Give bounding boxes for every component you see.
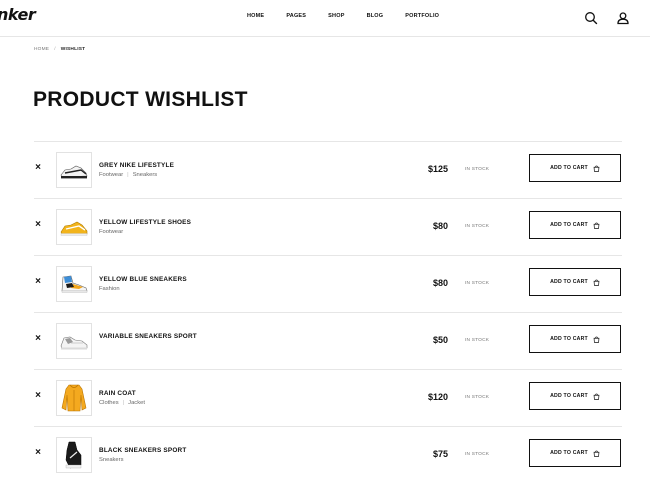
product-image[interactable]: [56, 323, 92, 359]
add-to-cart-label: ADD TO CART: [550, 393, 588, 399]
product-price: $80: [432, 278, 448, 288]
stock-status: IN STOCK: [465, 395, 490, 400]
product-price: $75: [432, 449, 448, 459]
breadcrumb-separator: /: [54, 47, 56, 52]
site-logo[interactable]: nker: [0, 5, 36, 24]
remove-item-button[interactable]: ×: [34, 220, 42, 230]
product-price: $50: [432, 335, 448, 345]
product-category[interactable]: Clothes: [99, 400, 119, 406]
site-header: nker HOME PAGES SHOP BLOG PORTFOLIO: [0, 0, 650, 37]
add-to-cart-button[interactable]: ADD TO CART: [529, 439, 621, 467]
wishlist-row: × BLACK SNEAKERS SPORT Sneakers $75 IN STOCK…: [34, 427, 622, 483]
product-category[interactable]: Sneakers: [133, 172, 158, 178]
remove-item-button[interactable]: ×: [34, 334, 42, 344]
product-categories: Clothes | Jacket: [99, 400, 145, 406]
nav-home[interactable]: HOME: [247, 13, 264, 19]
stock-status: IN STOCK: [465, 224, 490, 229]
stock-status: IN STOCK: [465, 338, 490, 343]
nav-shop[interactable]: SHOP: [328, 13, 344, 19]
add-to-cart-label: ADD TO CART: [550, 165, 588, 171]
shopping-bag-icon: [593, 159, 600, 177]
product-categories: Footwear | Sneakers: [99, 172, 174, 178]
stock-status: IN STOCK: [465, 452, 490, 457]
product-image[interactable]: [56, 380, 92, 416]
add-to-cart-label: ADD TO CART: [550, 279, 588, 285]
nav-portfolio[interactable]: PORTFOLIO: [405, 13, 439, 19]
remove-item-button[interactable]: ×: [34, 391, 42, 401]
breadcrumb-current: WISHLIST: [60, 47, 86, 52]
product-category[interactable]: Sneakers: [99, 457, 124, 463]
shopping-bag-icon: [593, 387, 600, 405]
add-to-cart-button[interactable]: ADD TO CART: [529, 268, 621, 296]
wishlist-row: × GREY NIKE LIFESTYLE Footwear | Sneakers $12…: [34, 142, 622, 199]
product-image[interactable]: [56, 152, 92, 188]
product-image[interactable]: [56, 266, 92, 302]
page-title: PRODUCT WISHLIST: [33, 88, 248, 111]
remove-item-button[interactable]: ×: [34, 448, 42, 458]
product-name[interactable]: YELLOW BLUE SNEAKERS: [99, 276, 187, 283]
product-name[interactable]: YELLOW LIFESTYLE SHOES: [99, 219, 191, 226]
wishlist-table: × GREY NIKE LIFESTYLE Footwear | Sneakers $12…: [0, 142, 650, 483]
shopping-bag-icon: [593, 216, 600, 234]
product-info: YELLOW BLUE SNEAKERS Fashion: [99, 276, 187, 292]
product-category[interactable]: Fashion: [99, 286, 120, 292]
product-name[interactable]: GREY NIKE LIFESTYLE: [99, 162, 174, 169]
search-icon[interactable]: [584, 11, 598, 25]
product-categories: Fashion: [99, 286, 187, 292]
product-price: $80: [432, 221, 448, 231]
product-name[interactable]: BLACK SNEAKERS SPORT: [99, 447, 186, 454]
wishlist-row: × YELLOW LIFESTYLE SHOES Footwear $80 IN STO…: [34, 199, 622, 256]
product-category[interactable]: Footwear: [99, 229, 123, 235]
remove-item-button[interactable]: ×: [34, 163, 42, 173]
product-categories: Footwear: [99, 229, 191, 235]
add-to-cart-button[interactable]: ADD TO CART: [529, 154, 621, 182]
product-info: YELLOW LIFESTYLE SHOES Footwear: [99, 219, 191, 235]
product-name[interactable]: RAIN COAT: [99, 390, 145, 397]
add-to-cart-button[interactable]: ADD TO CART: [529, 382, 621, 410]
product-info: RAIN COAT Clothes | Jacket: [99, 390, 145, 406]
product-categories: Sneakers: [99, 457, 186, 463]
breadcrumb: HOME / WISHLIST: [34, 47, 85, 52]
wishlist-row: × VARIABLE SNEAKERS SPORT $50 IN STOCK ADD T…: [34, 313, 622, 370]
wishlist-row: × YELLOW BLUE SNEAKERS Fashion $80 IN STOCK A…: [34, 256, 622, 313]
shopping-bag-icon: [593, 330, 600, 348]
product-price: $120: [427, 392, 448, 402]
category-separator: |: [127, 172, 129, 178]
wishlist-row: × RAIN COAT Clothes | Jacket $120 IN STOCK ADD …: [34, 370, 622, 427]
product-info: BLACK SNEAKERS SPORT Sneakers: [99, 447, 186, 463]
product-info: GREY NIKE LIFESTYLE Footwear | Sneakers: [99, 162, 174, 178]
product-info: VARIABLE SNEAKERS SPORT: [99, 333, 197, 343]
product-price: $125: [427, 164, 448, 174]
stock-status: IN STOCK: [465, 281, 490, 286]
shopping-bag-icon: [593, 273, 600, 291]
stock-status: IN STOCK: [465, 167, 490, 172]
nav-blog[interactable]: BLOG: [367, 13, 384, 19]
add-to-cart-button[interactable]: ADD TO CART: [529, 325, 621, 353]
nav-pages[interactable]: PAGES: [286, 13, 306, 19]
category-separator: |: [122, 400, 125, 406]
product-image[interactable]: [56, 437, 92, 473]
main-nav: HOME PAGES SHOP BLOG PORTFOLIO: [247, 13, 461, 19]
remove-item-button[interactable]: ×: [34, 277, 42, 287]
add-to-cart-button[interactable]: ADD TO CART: [529, 211, 621, 239]
product-category[interactable]: Footwear: [99, 172, 123, 178]
product-name[interactable]: VARIABLE SNEAKERS SPORT: [99, 333, 197, 340]
user-icon[interactable]: [616, 11, 630, 25]
shopping-bag-icon: [593, 444, 600, 462]
add-to-cart-label: ADD TO CART: [550, 450, 588, 456]
breadcrumb-home[interactable]: HOME: [34, 47, 49, 52]
add-to-cart-label: ADD TO CART: [550, 336, 588, 342]
add-to-cart-label: ADD TO CART: [550, 222, 588, 228]
product-image[interactable]: [56, 209, 92, 245]
product-category[interactable]: Jacket: [128, 400, 145, 406]
